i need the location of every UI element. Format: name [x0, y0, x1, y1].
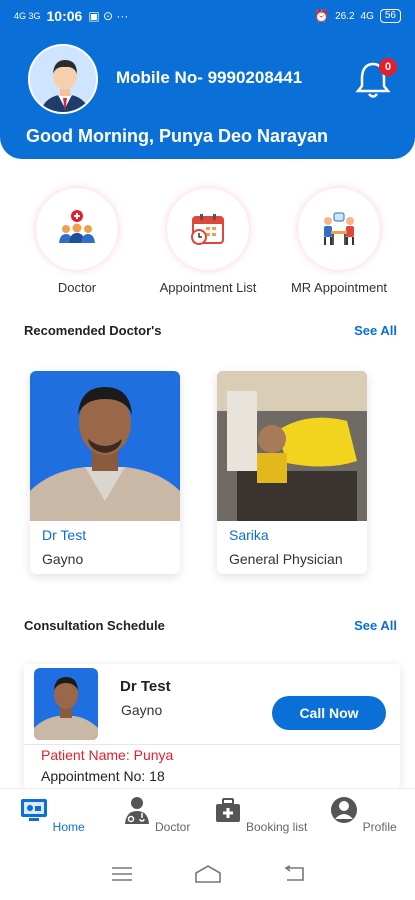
status-time: 10:06 [46, 8, 83, 24]
doctor-icon [124, 797, 149, 824]
quick-label: MR Appointment [290, 280, 388, 295]
nav-doctor[interactable]: Doctor [106, 795, 206, 834]
patient-name: Patient Name: Punya [41, 747, 174, 763]
schedule-doctor-speciality: Gayno [121, 702, 163, 718]
meeting-icon [324, 212, 354, 245]
profile-header: Mobile No- 9990208441 Good Morning, Puny… [0, 32, 415, 159]
doctor-photo [30, 371, 180, 521]
doctor-name: Dr Test [42, 527, 87, 543]
avatar[interactable] [28, 44, 98, 114]
quick-circle [298, 188, 380, 270]
home-icon[interactable] [194, 864, 222, 884]
nav-label: Profile [362, 820, 397, 834]
network-text: 4G [360, 10, 374, 22]
notification-button[interactable]: 0 [355, 58, 397, 100]
quick-action-doctor[interactable]: Doctor [12, 188, 142, 295]
quick-label: Appointment List [159, 280, 257, 295]
quick-circle [167, 188, 249, 270]
status-bar: 4G 3G 10:06 ▣ ⊙ ··· ⏰ 26.2 4G 56 [0, 0, 415, 32]
greeting-text: Good Morning, Punya Deo Narayan [26, 126, 329, 146]
doctor-speciality: General Physician [229, 551, 343, 567]
mobile-number: Mobile No- 9990208441 [116, 68, 303, 87]
medical-kit-icon [215, 798, 240, 822]
card-divider [24, 744, 400, 745]
nav-profile[interactable]: Profile [313, 795, 413, 834]
quick-actions: Doctor Appointment List MR Appointment [0, 188, 415, 298]
nav-booking-list[interactable]: Booking list [210, 795, 310, 834]
nav-label: Booking list [245, 820, 308, 834]
profile-icon [331, 797, 358, 823]
menu-icon[interactable] [111, 866, 133, 882]
doctor-photo [217, 371, 367, 521]
system-nav-bar [0, 848, 415, 900]
calendar-icon [191, 214, 224, 245]
notification-badge: 0 [379, 58, 397, 76]
doctor-name: Sarika [229, 527, 269, 543]
section-title-schedule: Consultation Schedule [24, 618, 165, 633]
see-all-schedule-link[interactable]: See All [354, 618, 397, 633]
see-all-recommended-link[interactable]: See All [354, 323, 397, 338]
doctor-card[interactable]: Sarika General Physician [217, 371, 367, 574]
battery-icon: 56 [379, 9, 401, 23]
doctor-speciality: Gayno [42, 551, 84, 567]
signal-text: 4G 3G [14, 11, 41, 21]
status-icons: ▣ ⊙ ··· [88, 9, 129, 23]
consultation-card[interactable]: Dr Test Gayno Call Now Patient Name: Pun… [24, 664, 400, 788]
nav-home[interactable]: Home [2, 795, 102, 834]
schedule-doctor-photo [34, 668, 98, 740]
call-now-button[interactable]: Call Now [272, 696, 386, 730]
schedule-doctor-name: Dr Test [120, 678, 171, 695]
alarm-icon: ⏰ [314, 9, 330, 23]
section-title-recommended: Recomended Doctor's [24, 323, 162, 338]
doctor-card[interactable]: Dr Test Gayno [30, 371, 180, 574]
status-speed: 26.2 [335, 10, 355, 22]
bottom-nav: Home Doctor Booking list Profile [0, 788, 415, 848]
quick-action-mr-appointment[interactable]: MR Appointment [274, 188, 404, 295]
back-icon[interactable] [283, 865, 305, 883]
doctor-team-icon [59, 210, 95, 243]
quick-circle [36, 188, 118, 270]
nav-label: Home [52, 820, 85, 834]
appointment-number: Appointment No: 18 [41, 768, 165, 784]
home-monitor-icon [21, 799, 48, 821]
quick-action-appointment-list[interactable]: Appointment List [143, 188, 273, 295]
quick-label: Doctor [57, 280, 97, 295]
nav-label: Doctor [155, 820, 191, 834]
